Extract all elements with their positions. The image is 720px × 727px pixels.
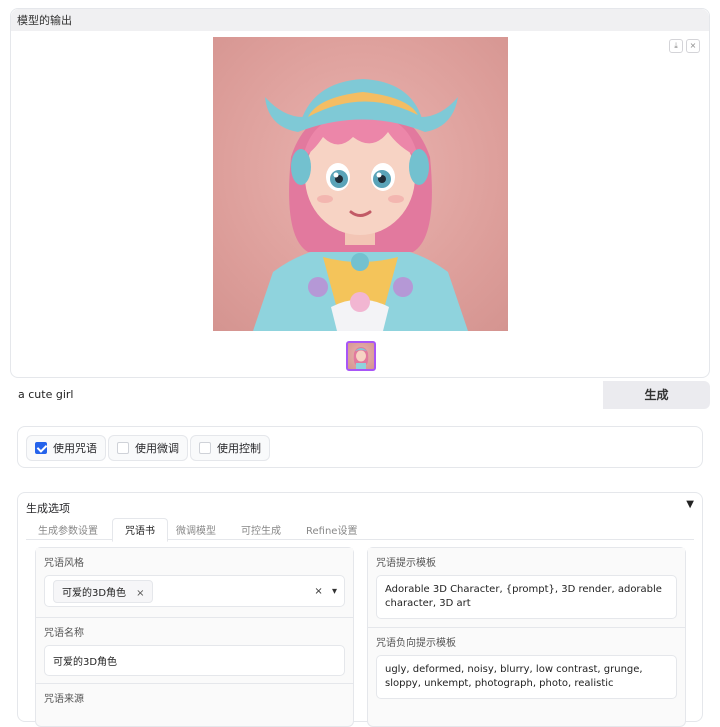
spell-name-label: 咒语名称 xyxy=(44,628,84,639)
prompt-template-field: 咒语提示模板 Adorable 3D Character, {prompt}, … xyxy=(368,548,685,628)
spell-name-field: 咒语名称 可爱的3D角色 xyxy=(36,618,353,684)
checkbox-unchecked-icon[interactable] xyxy=(199,442,211,454)
generate-button[interactable]: 生成 xyxy=(603,381,710,409)
use-finetune-checkbox[interactable]: 使用微调 xyxy=(108,435,188,461)
collapse-triangle-icon[interactable]: ▼ xyxy=(686,499,694,510)
negative-template-textarea[interactable]: ugly, deformed, noisy, blurry, low contr… xyxy=(376,655,677,699)
feature-toggles: 使用咒语 使用微调 使用控制 xyxy=(17,426,703,468)
spell-style-field: 咒语风格 可爱的3D角色 × × ▾ xyxy=(36,548,353,618)
spell-style-select[interactable]: 可爱的3D角色 × xyxy=(44,575,345,607)
spell-left-column: 咒语风格 可爱的3D角色 × × ▾ 咒语名称 可爱的3D角色 咒语来源 xyxy=(35,547,354,727)
spell-style-label: 咒语风格 xyxy=(44,558,84,569)
spell-style-tag: 可爱的3D角色 × xyxy=(53,580,154,603)
thumbnail-illustration xyxy=(353,347,369,369)
options-tabs: 生成参数设置 咒语书 微调模型 可控生成 Refine设置 xyxy=(26,518,694,542)
prompt-input[interactable]: a cute girl xyxy=(10,381,602,409)
spell-source-field: 咒语来源 xyxy=(36,684,353,717)
output-header: 模型的输出 xyxy=(11,9,709,31)
spell-right-column: 咒语提示模板 Adorable 3D Character, {prompt}, … xyxy=(367,547,686,727)
tab-refine-settings[interactable]: Refine设置 xyxy=(306,522,357,537)
checkbox-checked-icon[interactable] xyxy=(35,442,47,454)
tag-remove-icon[interactable]: × xyxy=(136,588,144,599)
image-thumbnail[interactable] xyxy=(346,341,376,371)
select-controls: × ▾ xyxy=(314,586,337,597)
close-icon[interactable]: × xyxy=(686,39,700,53)
spell-source-label: 咒语来源 xyxy=(44,694,84,705)
tab-finetune-model[interactable]: 微调模型 xyxy=(176,522,216,537)
use-spell-label: 使用咒语 xyxy=(53,442,97,455)
clear-icon[interactable]: × xyxy=(314,586,322,597)
download-icon[interactable]: ⤓ xyxy=(669,39,683,53)
generation-options-panel: 生成选项 ▼ 生成参数设置 咒语书 微调模型 可控生成 Refine设置 咒语风… xyxy=(17,492,703,727)
use-finetune-label: 使用微调 xyxy=(135,442,179,455)
tab-generation-params[interactable]: 生成参数设置 xyxy=(38,522,98,537)
negative-template-label: 咒语负向提示模板 xyxy=(376,638,456,649)
negative-template-field: 咒语负向提示模板 ugly, deformed, noisy, blurry, … xyxy=(368,628,685,705)
use-spell-checkbox[interactable]: 使用咒语 xyxy=(26,435,106,461)
spell-style-tag-label: 可爱的3D角色 xyxy=(62,588,127,599)
spell-name-input[interactable]: 可爱的3D角色 xyxy=(44,645,345,676)
options-title: 生成选项 xyxy=(26,502,70,515)
use-control-label: 使用控制 xyxy=(217,442,261,455)
prompt-row: a cute girl 生成 xyxy=(10,381,710,411)
character-illustration xyxy=(253,79,468,331)
model-output-panel: 模型的输出 ⤓ × xyxy=(10,8,710,378)
generated-image[interactable] xyxy=(213,37,508,331)
checkbox-unchecked-icon[interactable] xyxy=(117,442,129,454)
prompt-template-label: 咒语提示模板 xyxy=(376,558,436,569)
tab-controllable-generation[interactable]: 可控生成 xyxy=(241,522,281,537)
tab-spell-book[interactable]: 咒语书 xyxy=(112,518,168,542)
use-control-checkbox[interactable]: 使用控制 xyxy=(190,435,270,461)
prompt-template-textarea[interactable]: Adorable 3D Character, {prompt}, 3D rend… xyxy=(376,575,677,619)
chevron-down-icon[interactable]: ▾ xyxy=(332,586,337,597)
